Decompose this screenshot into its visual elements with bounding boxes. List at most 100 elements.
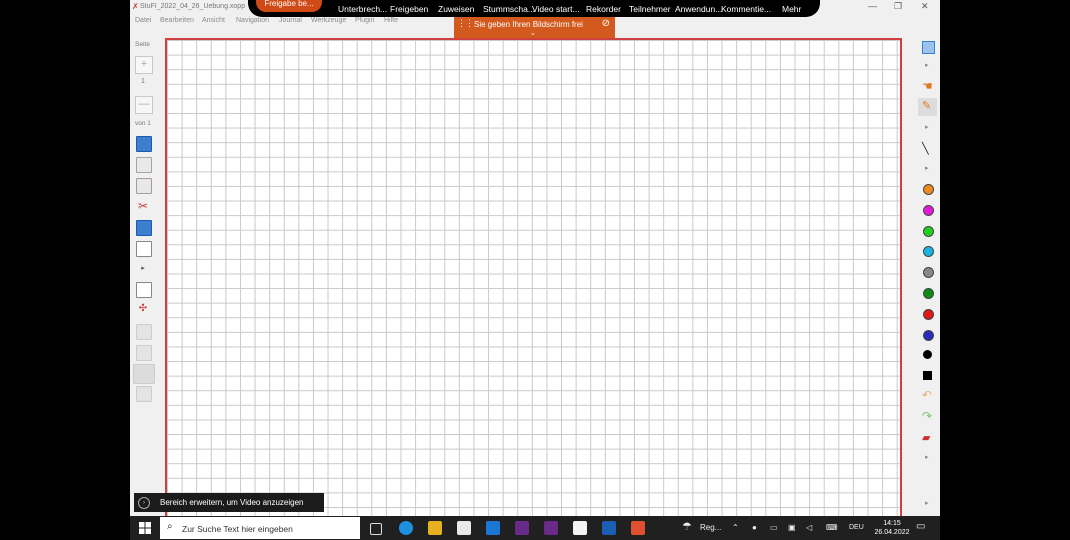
meeting-video-starten[interactable]: Video start... <box>532 4 580 14</box>
menu-navigation[interactable]: Navigation <box>236 17 269 24</box>
app-c-icon[interactable] <box>631 521 645 535</box>
paste-icon[interactable] <box>136 178 152 194</box>
meeting-rekorder[interactable]: Rekorder <box>586 4 621 14</box>
webex-icon[interactable] <box>602 521 616 535</box>
chevron-up-icon[interactable]: ⌃ <box>732 523 739 532</box>
page-increment-button[interactable]: + <box>135 56 153 74</box>
export-icon[interactable] <box>136 157 152 173</box>
xournal-taskbar-icon[interactable] <box>573 521 587 535</box>
chevron-right-icon[interactable]: ▸ <box>925 164 929 172</box>
keyboard-icon[interactable]: ⌨ <box>826 523 838 532</box>
meeting-anwendungen[interactable]: Anwendun... <box>675 4 722 14</box>
color-red[interactable] <box>923 309 934 320</box>
page-number-field[interactable]: 1 <box>135 78 151 85</box>
color-blue[interactable] <box>923 330 934 341</box>
network-icon[interactable]: ▣ <box>788 523 796 532</box>
file-explorer-icon[interactable] <box>428 521 442 535</box>
search-icon: ⌕ <box>167 521 173 532</box>
color-green[interactable] <box>923 226 934 237</box>
app-a-icon[interactable] <box>515 521 529 535</box>
select-rect-icon[interactable] <box>922 41 935 54</box>
layer-toggle-icon[interactable] <box>133 364 155 384</box>
microphone-icon[interactable]: ● <box>752 523 757 532</box>
layer-down-icon[interactable] <box>136 345 152 361</box>
meeting-kommentieren[interactable]: Kommentie... <box>721 4 771 14</box>
mail-icon[interactable] <box>486 521 500 535</box>
save-icon[interactable] <box>136 136 152 152</box>
video-notification[interactable]: › Bereich erweitern, um Video anzuzeigen <box>134 493 324 512</box>
color-black[interactable] <box>923 350 932 359</box>
meeting-control-bar: Freigabe be... Unterbrech... Freigeben Z… <box>248 0 820 17</box>
store-icon[interactable] <box>457 521 471 535</box>
pen-icon[interactable]: ✎ <box>922 99 931 112</box>
menu-ansicht[interactable]: Ansicht <box>202 17 225 24</box>
color-magenta[interactable] <box>923 205 934 216</box>
meeting-teilnehmer[interactable]: Teilnehmer <box>629 4 671 14</box>
chevron-right-icon[interactable]: ▸ <box>925 499 929 507</box>
color-gray[interactable] <box>923 267 934 278</box>
chevron-right-icon[interactable]: ▸ <box>925 61 929 69</box>
taskbar-search-input[interactable]: ⌕ Zur Suche Text hier eingeben <box>160 517 360 539</box>
drag-handle-icon[interactable]: ⋮⋮ <box>457 18 474 29</box>
meeting-zuweisen[interactable]: Zuweisen <box>438 4 474 14</box>
maximize-button[interactable]: ❐ <box>894 1 902 12</box>
chevron-right-icon[interactable]: ▸ <box>925 453 929 461</box>
undo-icon[interactable]: ↶ <box>922 388 932 402</box>
freigabe-button[interactable]: Freigabe be... <box>256 0 322 12</box>
page-total: von 1 <box>135 120 151 127</box>
page-decrement-button[interactable]: — <box>135 96 153 114</box>
weather-icon[interactable]: ☂ <box>682 520 692 533</box>
layer-up-icon[interactable] <box>136 324 152 340</box>
hand-icon[interactable]: ☚ <box>922 79 933 93</box>
weather-text[interactable]: Reg... <box>700 523 721 532</box>
taskbar-clock[interactable]: 14:15 26.04.2022 <box>872 519 912 537</box>
cut-icon[interactable]: ✂ <box>136 199 150 213</box>
insert-page-icon[interactable] <box>136 220 152 236</box>
expand-icon[interactable]: › <box>138 497 150 509</box>
search-placeholder: Zur Suche Text hier eingeben <box>182 524 293 534</box>
stop-share-icon[interactable]: ⊘ <box>602 18 610 29</box>
volume-icon[interactable]: ◁ <box>806 523 812 532</box>
drawing-canvas[interactable] <box>165 38 902 516</box>
edge-icon[interactable] <box>399 521 413 535</box>
eraser-icon[interactable]: ▰ <box>922 431 930 444</box>
fill-square-icon[interactable] <box>923 371 932 380</box>
chevron-right-icon[interactable]: ▸ <box>136 262 150 276</box>
delete-page-icon[interactable] <box>136 282 152 298</box>
chevron-right-icon[interactable]: ▸ <box>925 123 929 131</box>
minimize-button[interactable]: — <box>868 1 877 11</box>
chevron-down-icon[interactable]: ⌄ <box>530 29 536 37</box>
line-width-icon[interactable]: ╲ <box>922 142 929 155</box>
menu-werkzeuge[interactable]: Werkzeuge <box>311 17 346 24</box>
menu-datei[interactable]: Datei <box>135 17 151 24</box>
meeting-freigeben[interactable]: Freigeben <box>390 4 428 14</box>
menu-hilfe[interactable]: Hilfe <box>384 17 398 24</box>
meeting-mehr[interactable]: Mehr <box>782 4 801 14</box>
close-button[interactable]: ✕ <box>921 1 929 12</box>
menu-journal[interactable]: Journal <box>279 17 302 24</box>
new-page-icon[interactable] <box>136 241 152 257</box>
battery-icon[interactable]: ▭ <box>770 523 778 532</box>
xournal-app-icon: ✗ <box>132 2 139 11</box>
layer-settings-icon[interactable] <box>136 386 152 402</box>
notification-center-icon[interactable]: ▭ <box>916 521 925 532</box>
clock-date: 26.04.2022 <box>874 529 910 536</box>
windows-taskbar: ⌕ Zur Suche Text hier eingeben ☂ Reg... … <box>130 516 940 540</box>
windows-start-icon[interactable] <box>138 521 152 535</box>
color-orange[interactable] <box>923 184 934 195</box>
color-darkgreen[interactable] <box>923 288 934 299</box>
meeting-unterbrechen[interactable]: Unterbrech... <box>338 4 387 14</box>
color-lightblue[interactable] <box>923 246 934 257</box>
right-toolbar: ▸ ☚ ✎ ▸ ╲ ▸ ↶ ↷ ▰ ▸ ▸ <box>915 38 940 516</box>
left-toolbar: Seite + 1 — von 1 ✂ ▸ ✣ <box>130 38 158 516</box>
redo-icon[interactable]: ↷ <box>922 409 932 423</box>
language-indicator[interactable]: DEU <box>849 524 864 531</box>
xournal-window: ✗ StuFI_2022_04_26_Uebung.xopp — ❐ ✕ Dat… <box>130 0 940 516</box>
screen-share-banner[interactable]: ⋮⋮ Sie geben Ihren Bildschirm frei ⊘ ⌄ <box>454 17 615 38</box>
menu-bearbeiten[interactable]: Bearbeiten <box>160 17 194 24</box>
meeting-stummschalten[interactable]: Stummscha... <box>483 4 535 14</box>
layers-icon[interactable]: ✣ <box>136 302 150 316</box>
menu-plugin[interactable]: Plugin <box>355 17 374 24</box>
app-a2-icon[interactable] <box>544 521 558 535</box>
task-view-icon[interactable] <box>370 523 382 535</box>
